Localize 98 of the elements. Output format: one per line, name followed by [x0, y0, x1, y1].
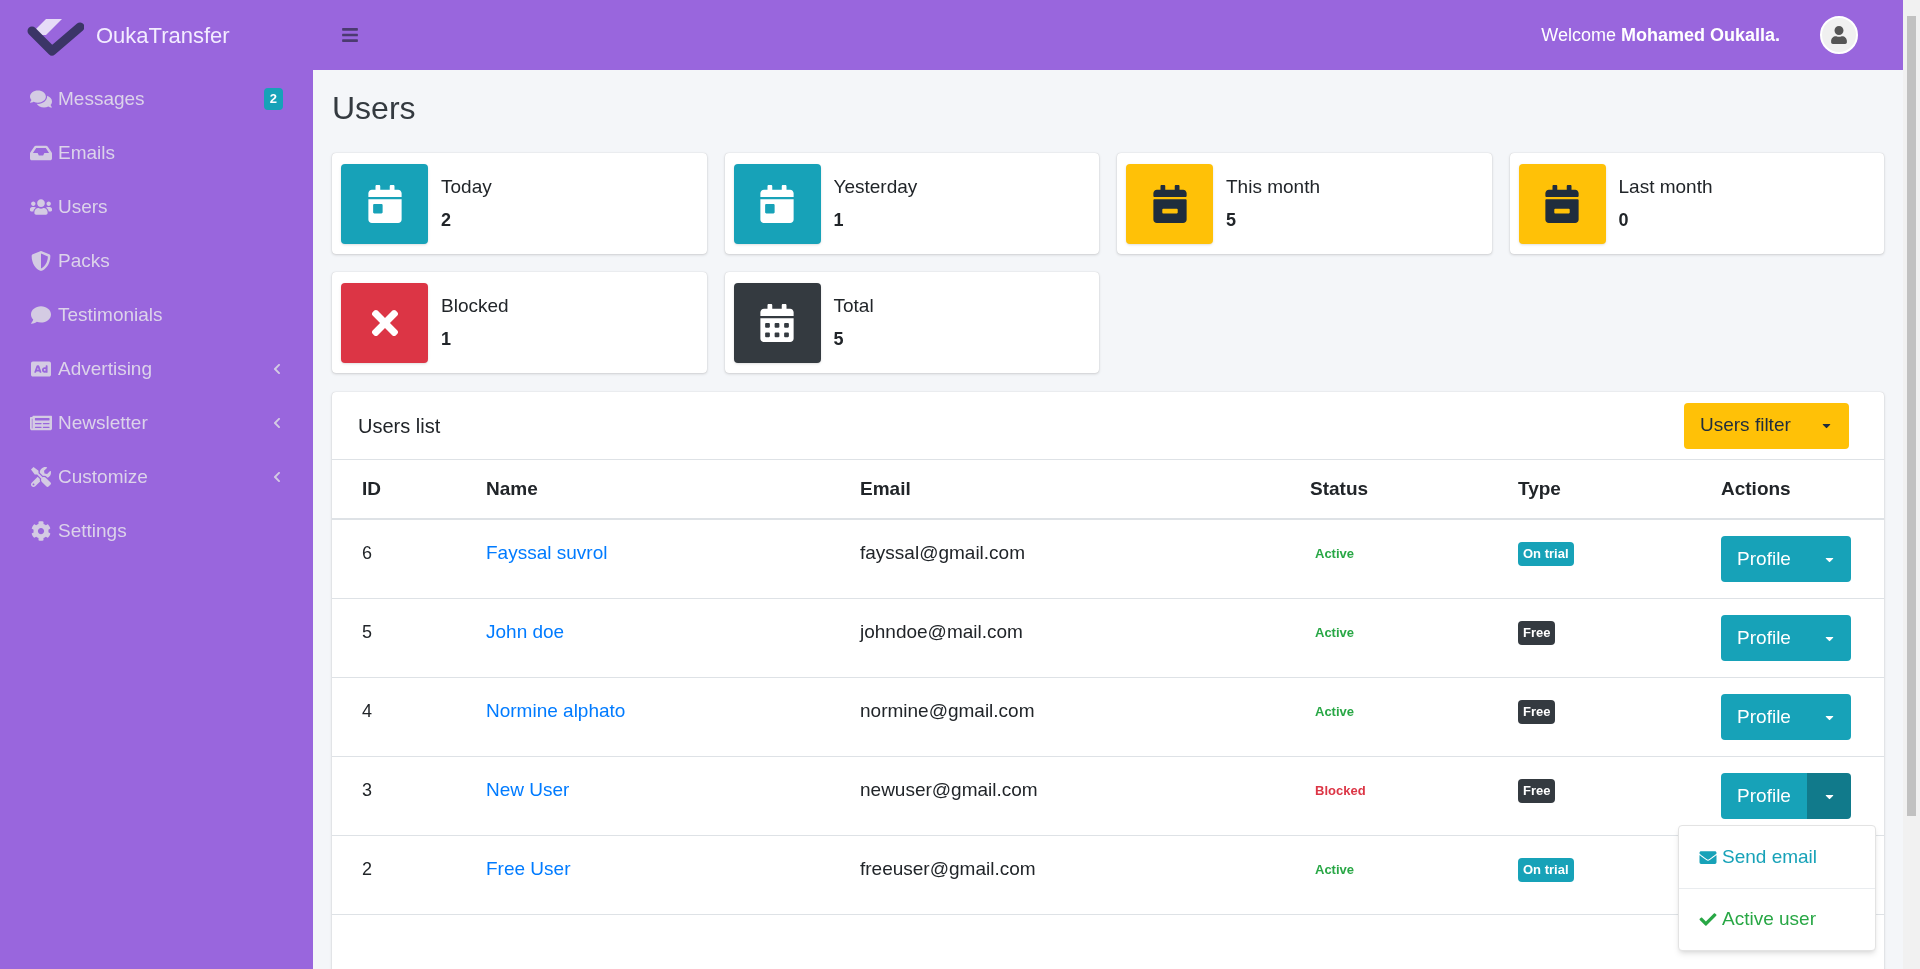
brand-name: OukaTransfer — [96, 21, 230, 50]
calendar-icon — [1152, 184, 1187, 223]
sidebar-item[interactable]: Newsletter — [0, 396, 313, 450]
column-header: Status — [1310, 476, 1370, 501]
sidebar-item[interactable]: Messages 2 — [0, 72, 313, 126]
sidebar-label: Newsletter — [58, 410, 149, 435]
users-filter-button[interactable]: Users filter — [1684, 402, 1849, 449]
table-cell-text: johndoe@mail.com — [860, 620, 1023, 644]
stat-label: Blocked — [441, 293, 509, 318]
checkmark-icon — [1698, 911, 1718, 928]
sidebar-label: Messages — [58, 86, 146, 111]
stat-label: Total — [833, 293, 874, 318]
table-cell-text: fayssal@gmail.com — [860, 541, 1025, 565]
calendar-icon — [1545, 184, 1579, 223]
stat-value: 5 — [1226, 209, 1237, 233]
type-badge: On trial — [1518, 858, 1574, 882]
newspaper-icon — [30, 413, 52, 433]
table-cell-text: 4 — [362, 700, 372, 723]
sidebar-label: Customize — [58, 464, 149, 489]
stat-value: 0 — [1618, 209, 1630, 233]
sidebar-label: Emails — [58, 140, 116, 165]
dropdown-toggle[interactable] — [1807, 773, 1851, 819]
calendar-icon — [760, 184, 794, 223]
sidebar-item[interactable]: Packs — [0, 234, 313, 288]
calendar-icon — [760, 303, 794, 342]
ad-icon — [30, 359, 52, 379]
user-name-link[interactable]: Normine alphato — [486, 697, 626, 726]
table-cell-text: 5 — [362, 621, 372, 644]
sidebar-item[interactable]: Advertising — [0, 342, 313, 396]
column-header: Type — [1518, 476, 1562, 501]
dropdown-item[interactable]: Active user — [1679, 888, 1875, 950]
table-cell-text: freeuser@gmail.com — [860, 857, 1036, 881]
dropdown-toggle[interactable] — [1807, 536, 1851, 582]
user-name-link[interactable]: Fayssal suvrol — [486, 539, 608, 568]
stat-value: 1 — [441, 328, 452, 352]
page-title: Users — [332, 92, 417, 124]
scrollbar[interactable] — [1903, 0, 1920, 969]
chat-bubbles-icon — [30, 89, 52, 109]
stat-label: Today — [441, 174, 492, 199]
type-badge: Free — [1518, 779, 1556, 803]
status-label: Active — [1315, 703, 1355, 721]
user-name-link[interactable]: John doe — [486, 618, 565, 647]
count-badge: 2 — [263, 88, 283, 110]
status-label: Blocked — [1315, 782, 1366, 800]
dropdown-toggle[interactable] — [1807, 694, 1851, 740]
user-name-link[interactable]: Free User — [486, 855, 571, 884]
status-label: Active — [1315, 624, 1355, 642]
sidebar-label: Advertising — [58, 356, 153, 381]
dropdown-toggle[interactable] — [1807, 615, 1851, 661]
menu-toggle[interactable] — [341, 26, 359, 44]
sidebar-label: Settings — [58, 518, 128, 543]
table-cell-text: newuser@gmail.com — [860, 778, 1038, 802]
stat-label: Yesterday — [833, 174, 918, 199]
stat-label: Last month — [1618, 174, 1713, 199]
sidebar-item[interactable]: Customize — [0, 450, 313, 504]
avatar[interactable] — [1820, 16, 1858, 54]
type-badge: On trial — [1518, 542, 1574, 566]
table-cell-text: 3 — [362, 779, 372, 802]
tools-icon — [30, 467, 52, 487]
table-cell-text: 6 — [362, 542, 372, 565]
stat-value: 5 — [833, 328, 845, 352]
users-icon — [30, 197, 52, 217]
profile-button[interactable]: Profile — [1721, 615, 1807, 661]
profile-button[interactable]: Profile — [1721, 773, 1807, 819]
menu-icon — [341, 26, 359, 44]
stat-value: 1 — [833, 209, 845, 233]
table-cell-text: normine@gmail.com — [860, 699, 1035, 723]
sidebar-item[interactable]: Users — [0, 180, 313, 234]
table-cell-text: 2 — [362, 858, 372, 881]
sidebar-label: Testimonials — [58, 302, 164, 327]
sidebar-item[interactable]: Emails — [0, 126, 313, 180]
card-title: Users list — [358, 413, 441, 439]
profile-button[interactable]: Profile — [1721, 694, 1807, 740]
status-label: Active — [1315, 545, 1355, 563]
status-label: Active — [1315, 861, 1355, 879]
sidebar-label: Users — [58, 194, 109, 219]
person-silhouette-icon — [1830, 26, 1848, 44]
inbox-icon — [30, 143, 52, 163]
column-header: Email — [860, 476, 912, 501]
dropdown-item[interactable]: Send email — [1679, 826, 1875, 888]
sidebar-item[interactable]: Settings — [0, 504, 313, 558]
sidebar-item[interactable]: Testimonials — [0, 288, 313, 342]
sidebar-label: Packs — [58, 248, 111, 273]
user-name-link[interactable]: New User — [486, 776, 570, 805]
calendar-icon — [367, 184, 402, 223]
stat-value: 2 — [441, 209, 452, 233]
profile-button[interactable]: Profile — [1721, 536, 1807, 582]
stat-label: This month — [1226, 174, 1320, 199]
settings-icon — [30, 521, 52, 541]
column-header: Name — [486, 476, 539, 501]
column-header: ID — [362, 476, 382, 501]
type-badge: Free — [1518, 700, 1556, 724]
speech-bubble-icon — [30, 305, 52, 325]
type-badge: Free — [1518, 621, 1556, 645]
shield-icon — [30, 251, 52, 271]
column-header: Actions — [1721, 476, 1792, 501]
welcome-text: Welcome Mohamed Oukalla. — [1541, 23, 1780, 47]
envelope-icon — [1698, 848, 1718, 866]
